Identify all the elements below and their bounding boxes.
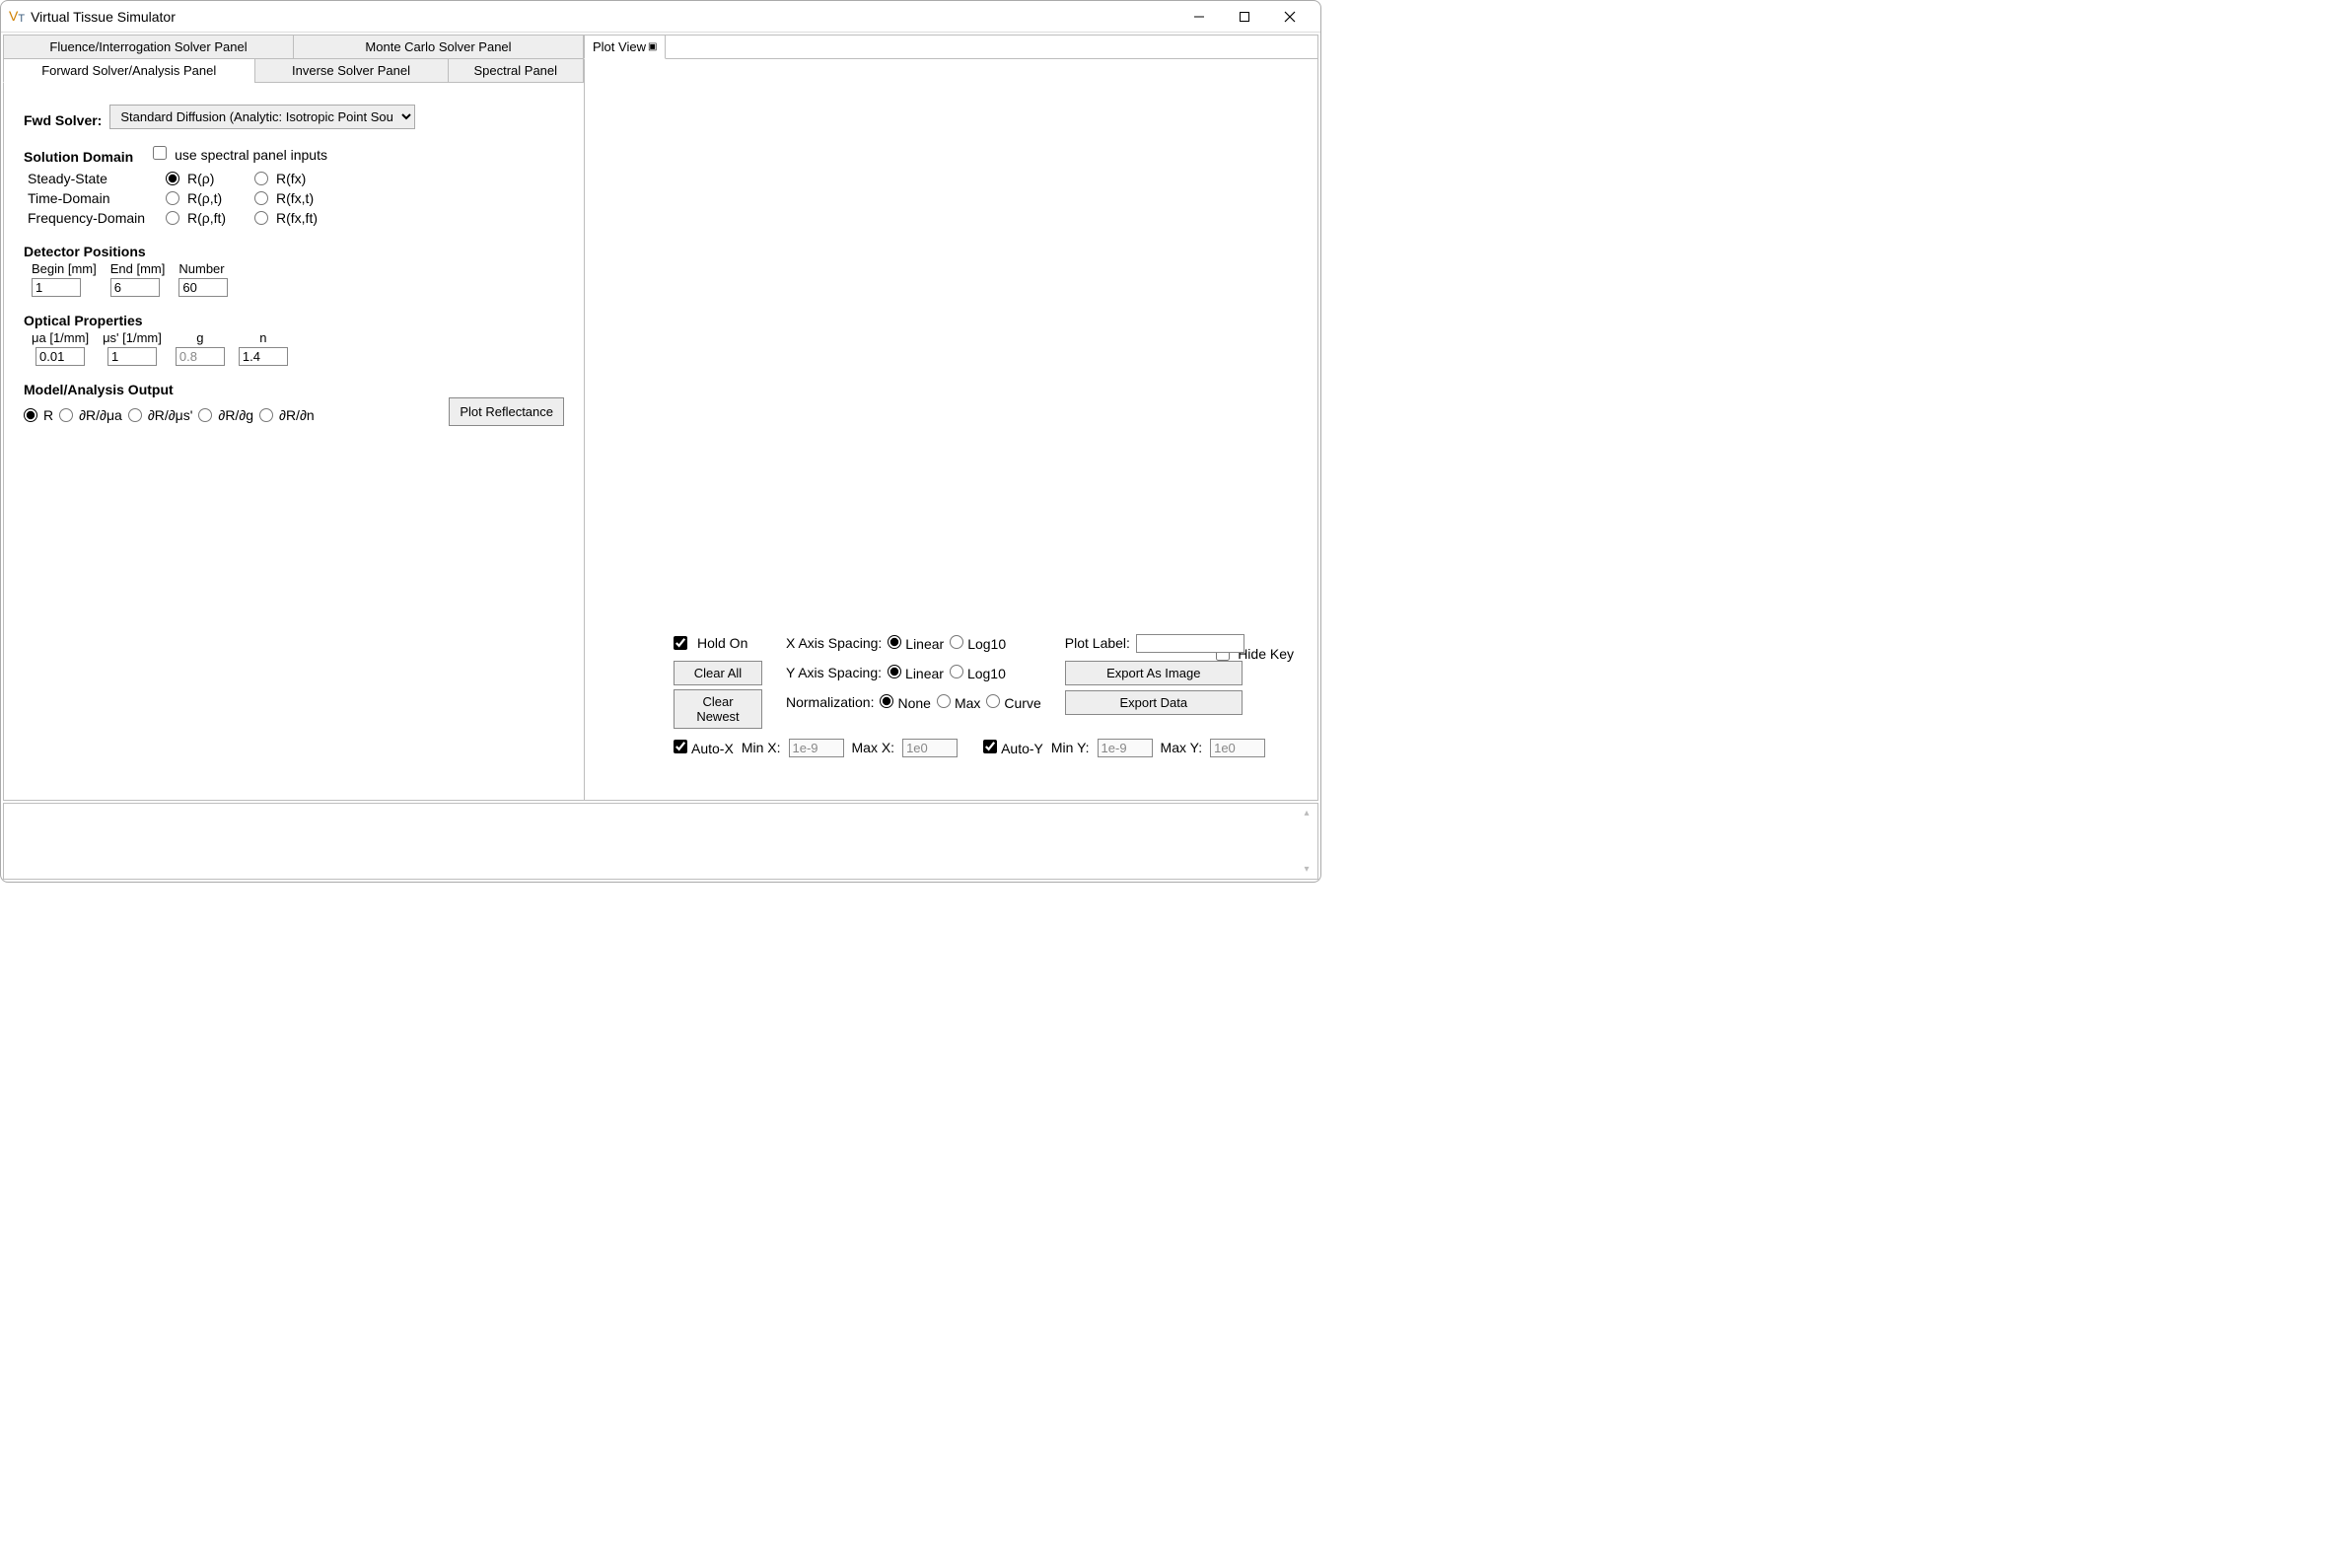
tab-monte-carlo[interactable]: Monte Carlo Solver Panel [293,35,584,59]
op-g-input [176,347,225,366]
y-spacing-label: Y Axis Spacing: [786,665,882,680]
x-spacing-label: X Axis Spacing: [786,635,882,651]
tab-forward-solver[interactable]: Forward Solver/Analysis Panel [3,58,255,83]
plot-label-label: Plot Label: [1065,635,1130,651]
radio-y-log10[interactable]: Log10 [950,665,1006,681]
max-y-label: Max Y: [1161,740,1203,755]
op-mua-label: μa [1/mm] [32,330,89,345]
window-title: Virtual Tissue Simulator [31,9,176,25]
scroll-down-icon: ▾ [1304,864,1309,875]
min-y-input [1098,739,1153,757]
radio-mo-r[interactable]: R [24,407,53,423]
export-data-button[interactable]: Export Data [1065,690,1243,715]
fwd-solver-select[interactable]: Standard Diffusion (Analytic: Isotropic … [109,105,415,129]
radio-r-fx[interactable]: R(fx) [254,171,343,186]
titlebar: VT Virtual Tissue Simulator [1,1,1320,33]
close-button[interactable] [1267,2,1313,32]
solution-domain-label: Solution Domain [24,149,133,165]
right-pane: Plot View▣ Hide Key Hold On [585,35,1318,801]
time-domain-label: Time-Domain [28,190,166,206]
op-g-label: g [196,330,203,345]
use-spectral-checkbox[interactable] [153,146,167,160]
tab-plot-view[interactable]: Plot View▣ [584,35,666,59]
radio-mo-drdmua[interactable]: ∂R/∂μa [59,407,122,423]
radio-norm-max[interactable]: Max [937,694,980,711]
tab-spectral[interactable]: Spectral Panel [448,58,585,83]
maximize-button[interactable] [1222,2,1267,32]
tab-pin-icon: ▣ [648,41,657,52]
use-spectral-checkbox-label[interactable]: use spectral panel inputs [153,146,327,163]
export-image-button[interactable]: Export As Image [1065,661,1243,685]
radio-r-rho-ft[interactable]: R(ρ,ft) [166,210,254,226]
radio-r-fx-t[interactable]: R(fx,t) [254,190,343,206]
radio-norm-curve[interactable]: Curve [986,694,1040,711]
dp-number-label: Number [178,261,224,276]
app-window: VT Virtual Tissue Simulator Fluence/Inte… [0,0,1321,883]
optical-props-label: Optical Properties [24,313,564,328]
op-n-label: n [259,330,266,345]
model-output-label: Model/Analysis Output [24,382,564,397]
tab-fluence[interactable]: Fluence/Interrogation Solver Panel [3,35,294,59]
radio-x-linear[interactable]: Linear [888,635,944,652]
op-mua-input[interactable] [36,347,85,366]
max-y-input [1210,739,1265,757]
op-musp-input[interactable] [107,347,157,366]
app-icon: VT [9,8,25,26]
radio-r-rho[interactable]: R(ρ) [166,171,254,186]
op-musp-label: μs' [1/mm] [103,330,162,345]
log-panel: ▴ ▾ [3,803,1318,880]
detector-positions-label: Detector Positions [24,244,564,259]
radio-mo-drdg[interactable]: ∂R/∂g [198,407,253,423]
clear-all-button[interactable]: Clear All [674,661,762,685]
radio-mo-drdn[interactable]: ∂R/∂n [259,407,315,423]
steady-state-label: Steady-State [28,171,166,186]
scroll-up-icon: ▴ [1304,808,1309,819]
auto-x-checkbox-label[interactable]: Auto-X [674,740,734,756]
radio-r-fx-ft[interactable]: R(fx,ft) [254,210,343,226]
radio-y-linear[interactable]: Linear [888,665,944,681]
radio-norm-none[interactable]: None [880,694,930,711]
auto-y-checkbox-label[interactable]: Auto-Y [983,740,1043,756]
min-y-label: Min Y: [1051,740,1090,755]
radio-mo-drdmusp[interactable]: ∂R/∂μs' [128,407,193,423]
max-x-label: Max X: [852,740,895,755]
op-n-input[interactable] [239,347,288,366]
auto-x-checkbox[interactable] [674,740,687,753]
minimize-button[interactable] [1176,2,1222,32]
max-x-input [902,739,958,757]
auto-y-checkbox[interactable] [983,740,997,753]
plot-label-input[interactable] [1136,634,1244,653]
dp-end-input[interactable] [110,278,160,297]
plot-area: Hide Key Hold On Clear All Clear Newest [585,59,1317,800]
clear-newest-button[interactable]: Clear Newest [674,689,762,729]
radio-r-rho-t[interactable]: R(ρ,t) [166,190,254,206]
freq-domain-label: Frequency-Domain [28,210,166,226]
normalization-label: Normalization: [786,694,874,710]
dp-end-label: End [mm] [110,261,166,276]
dp-begin-input[interactable] [32,278,81,297]
tab-inverse-solver[interactable]: Inverse Solver Panel [254,58,449,83]
min-x-input [789,739,844,757]
hold-on-checkbox-label[interactable]: Hold On [674,630,762,656]
hold-on-checkbox[interactable] [674,636,687,650]
radio-x-log10[interactable]: Log10 [950,635,1006,652]
dp-number-input[interactable] [178,278,228,297]
min-x-label: Min X: [742,740,781,755]
dp-begin-label: Begin [mm] [32,261,97,276]
left-pane: Fluence/Interrogation Solver Panel Monte… [3,35,585,801]
plot-reflectance-button[interactable]: Plot Reflectance [449,397,564,426]
log-scrollbar[interactable]: ▴ ▾ [1300,808,1314,875]
fwd-solver-label: Fwd Solver: [24,112,102,128]
